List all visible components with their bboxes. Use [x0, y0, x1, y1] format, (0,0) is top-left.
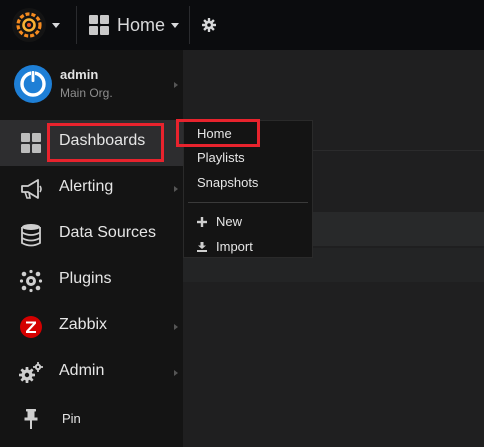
download-icon: [197, 241, 207, 252]
user-name: admin: [60, 67, 99, 82]
menu-item-label: Playlists: [197, 150, 245, 165]
topbar-divider: [76, 6, 77, 44]
chevron-right-icon: [174, 370, 178, 376]
sidebar-item-pin[interactable]: Pin: [0, 396, 183, 442]
sidebar-item-label: Data Sources: [59, 224, 156, 241]
menu-item-snapshots[interactable]: Snapshots: [197, 175, 258, 190]
highlight-box-home: [176, 119, 260, 147]
sidebar-item-label: Admin: [59, 362, 105, 379]
menu-item-label: Import: [216, 239, 253, 254]
highlight-box-dashboards: [47, 123, 164, 162]
topbar-divider: [189, 6, 190, 44]
cogs-icon: [16, 360, 46, 386]
sidebar-item-label: Alerting: [59, 178, 114, 195]
sidebar-item-label: Pin: [62, 411, 81, 426]
menu-item-new[interactable]: New: [197, 214, 242, 229]
zabbix-logo-icon: [16, 314, 46, 340]
chevron-down-icon: [171, 22, 180, 28]
power-icon: [20, 71, 46, 97]
menu-item-import[interactable]: Import: [197, 239, 253, 254]
grafana-menu-toggle[interactable]: [12, 0, 60, 50]
menu-item-label: Snapshots: [197, 175, 259, 190]
chevron-right-icon: [174, 324, 178, 330]
sidebar-item-alerting[interactable]: Alerting: [0, 166, 183, 212]
dashboard-settings-button[interactable]: [202, 0, 216, 50]
database-icon: [16, 222, 46, 248]
chevron-right-icon: [174, 82, 178, 88]
sidebar-item-admin[interactable]: Admin: [0, 350, 183, 396]
pin-icon: [16, 406, 46, 432]
avatar: [14, 65, 52, 103]
dashboard-title: Home: [117, 14, 166, 35]
grafana-logo-icon: [12, 8, 46, 42]
sidebar-item-plugins[interactable]: Plugins: [0, 258, 183, 304]
side-menu: admin Main Org. Dashboards Alerting Data…: [0, 50, 183, 447]
chevron-right-icon: [174, 186, 178, 192]
top-navbar: Home: [0, 0, 484, 50]
sidebar-item-data-sources[interactable]: Data Sources: [0, 212, 183, 258]
sidebar-item-zabbix[interactable]: Zabbix: [0, 304, 183, 350]
menu-item-label: New: [216, 214, 243, 229]
plus-icon: [197, 216, 207, 227]
megaphone-icon: [16, 176, 46, 202]
menu-item-playlists[interactable]: Playlists: [197, 150, 245, 165]
dashboard-grid-icon: [89, 15, 109, 35]
dashboard-picker[interactable]: Home: [88, 0, 180, 50]
chevron-down-icon: [52, 22, 60, 28]
dashboard-grid-icon: [16, 130, 46, 156]
menu-divider: [188, 202, 308, 203]
plug-icon: [16, 268, 46, 294]
sidebar-item-label: Plugins: [59, 270, 112, 287]
user-profile-item[interactable]: admin Main Org.: [0, 50, 183, 120]
settings-gear-icon: [202, 18, 216, 32]
user-org: Main Org.: [60, 86, 113, 100]
sidebar-item-label: Zabbix: [59, 316, 108, 333]
